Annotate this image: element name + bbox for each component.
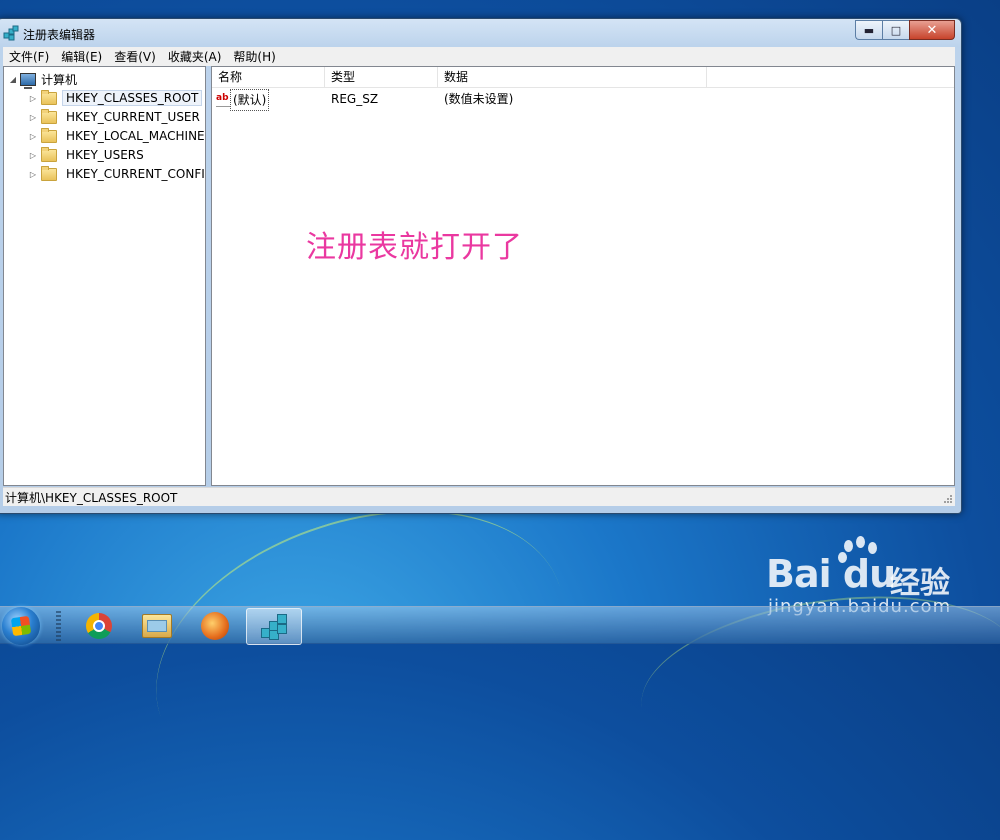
folder-icon <box>41 165 57 181</box>
taskbar-explorer-button[interactable] <box>130 608 184 643</box>
tree-item-computer[interactable]: ◢ 计算机 <box>8 70 78 89</box>
taskbar-grip[interactable] <box>56 611 61 641</box>
annotation-text: 注册表就打开了 <box>306 230 523 265</box>
expand-triangle-icon[interactable]: ▷ <box>28 94 38 103</box>
computer-icon <box>20 72 36 89</box>
column-header-type[interactable]: 类型 <box>325 67 438 87</box>
tree-item-label: HKEY_USERS <box>66 148 144 162</box>
collapse-triangle-icon[interactable]: ◢ <box>8 75 18 84</box>
minimize-button[interactable]: ▬ <box>855 20 882 40</box>
tree-item-label: HKEY_CLASSES_ROOT <box>62 90 203 106</box>
tree-item-label: HKEY_LOCAL_MACHINE <box>66 129 205 143</box>
value-list-pane[interactable]: 名称 类型 数据 ab (默认) REG_SZ (数值未设置) 注册表就打开了 <box>211 66 955 486</box>
baidu-paw-icon <box>836 536 884 582</box>
value-data: (数值未设置) <box>444 92 514 106</box>
tree-item-label: 计算机 <box>41 72 78 87</box>
caption-buttons: ▬ □ ✕ <box>855 20 955 40</box>
menu-help[interactable]: 帮助(H) <box>227 48 281 65</box>
value-name: (默认) <box>230 89 270 111</box>
table-row[interactable]: ab (默认) REG_SZ (数值未设置) <box>212 89 954 111</box>
window-title: 注册表编辑器 <box>23 28 96 42</box>
taskbar <box>0 606 1000 645</box>
close-button[interactable]: ✕ <box>909 20 955 40</box>
key-tree-pane[interactable]: ◢ 计算机 ▷ HKEY_CLASSES_ROOT ▷ HKEY_CURRENT… <box>3 66 206 486</box>
foxmail-icon <box>201 611 229 640</box>
expand-triangle-icon[interactable]: ▷ <box>28 151 38 160</box>
tree-item-hkey-local-machine[interactable]: ▷ HKEY_LOCAL_MACHINE <box>28 127 205 145</box>
folder-icon <box>41 89 57 105</box>
maximize-button[interactable]: □ <box>882 20 909 40</box>
desktop-swoosh <box>119 461 601 840</box>
start-orb-icon[interactable] <box>2 607 40 645</box>
folder-icon <box>41 146 57 162</box>
expand-triangle-icon[interactable]: ▷ <box>28 113 38 122</box>
expand-triangle-icon[interactable]: ▷ <box>28 132 38 141</box>
taskbar-chrome-button[interactable] <box>72 608 126 643</box>
string-value-icon: ab <box>216 92 230 107</box>
menu-file[interactable]: 文件(F) <box>3 48 55 65</box>
list-header: 名称 类型 数据 <box>212 67 954 88</box>
taskbar-regedit-button[interactable] <box>246 608 302 645</box>
regedit-app-icon <box>3 25 19 41</box>
menu-favorites[interactable]: 收藏夹(A) <box>162 48 228 65</box>
tree-item-label: HKEY_CURRENT_USER <box>66 110 200 124</box>
regedit-window[interactable]: 注册表编辑器 ▬ □ ✕ 文件(F) 编辑(E) 查看(V) 收藏夹(A) 帮助… <box>0 18 962 514</box>
tree-item-hkey-classes-root[interactable]: ▷ HKEY_CLASSES_ROOT <box>28 89 203 107</box>
expand-triangle-icon[interactable]: ▷ <box>28 170 38 179</box>
resize-grip-icon[interactable] <box>941 492 953 504</box>
tree-item-hkey-users[interactable]: ▷ HKEY_USERS <box>28 146 144 164</box>
title-bar[interactable]: 注册表编辑器 ▬ □ ✕ <box>0 19 961 47</box>
folder-icon <box>41 108 57 124</box>
file-explorer-icon <box>142 613 172 638</box>
chrome-icon <box>86 612 112 639</box>
tree-item-hkey-current-config[interactable]: ▷ HKEY_CURRENT_CONFIG <box>28 165 206 183</box>
column-header-name[interactable]: 名称 <box>212 67 325 87</box>
column-header-data[interactable]: 数据 <box>438 67 707 87</box>
status-path: 计算机\HKEY_CLASSES_ROOT <box>5 490 178 505</box>
regedit-icon <box>261 613 287 640</box>
folder-icon <box>41 127 57 143</box>
value-type: REG_SZ <box>331 92 379 106</box>
status-bar: 计算机\HKEY_CLASSES_ROOT <box>3 487 955 506</box>
tree-item-hkey-current-user[interactable]: ▷ HKEY_CURRENT_USER <box>28 108 200 126</box>
menu-bar: 文件(F) 编辑(E) 查看(V) 收藏夹(A) 帮助(H) <box>3 47 955 66</box>
tree-item-label: HKEY_CURRENT_CONFIG <box>66 167 206 181</box>
taskbar-foxmail-button[interactable] <box>188 608 242 643</box>
menu-edit[interactable]: 编辑(E) <box>55 48 108 65</box>
menu-view[interactable]: 查看(V) <box>108 48 162 65</box>
